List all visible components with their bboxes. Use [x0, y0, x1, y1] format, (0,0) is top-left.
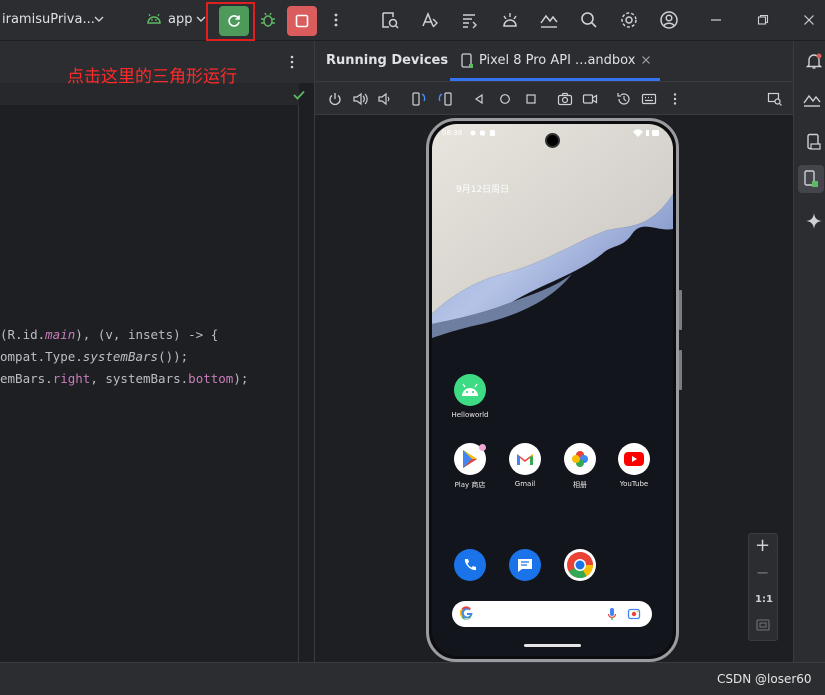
wifi-battery-icon [632, 129, 662, 137]
google-search-bar[interactable] [452, 601, 652, 627]
rerun-icon [228, 15, 240, 27]
more-vertical-icon[interactable] [663, 87, 687, 111]
back-icon[interactable] [467, 87, 491, 111]
app-quality-icon[interactable] [537, 8, 561, 32]
panel-title: Running Devices [326, 53, 449, 68]
app-label: Helloworld [451, 411, 489, 419]
camera-cutout [545, 133, 560, 148]
gemini-sparkle-icon[interactable] [802, 209, 825, 233]
tab-device[interactable]: Pixel 8 Pro API ...andbox [479, 53, 635, 68]
status-notification-icons [470, 129, 500, 137]
phone-dialer-icon[interactable] [454, 549, 486, 581]
keyboard-icon[interactable] [637, 87, 661, 111]
rotate-left-icon[interactable] [407, 87, 431, 111]
translate-icon[interactable] [418, 8, 442, 32]
status-bar: CSDN @loser60 [0, 662, 825, 695]
notifications-bell-icon[interactable] [802, 49, 825, 73]
screen-record-icon[interactable] [578, 87, 602, 111]
chrome-icon[interactable] [564, 549, 596, 581]
snapshot-history-icon[interactable] [612, 87, 636, 111]
power-icon[interactable] [323, 87, 347, 111]
app-label: 相册 [573, 481, 587, 489]
main-toolbar: iramisuPriva... app [0, 0, 825, 41]
device-file-explorer-icon[interactable] [802, 130, 825, 154]
status-time: 08:38 [442, 129, 463, 137]
rerun-button[interactable] [219, 6, 249, 36]
search-icon[interactable] [577, 8, 601, 32]
app-label: Gmail [514, 480, 536, 488]
messages-icon[interactable] [509, 549, 541, 581]
app-label: YouTube [619, 480, 649, 488]
notification-dot [479, 444, 486, 451]
fit-screen-icon[interactable] [756, 619, 770, 631]
zoom-in-button[interactable]: + [755, 535, 770, 556]
run-config-name[interactable]: app [168, 12, 192, 27]
more-vertical-icon[interactable] [290, 54, 294, 70]
youtube-icon[interactable] [618, 443, 650, 475]
home-icon[interactable] [493, 87, 517, 111]
logcat-icon[interactable] [458, 8, 482, 32]
minimize-icon[interactable] [704, 8, 728, 32]
volume-up-icon[interactable] [348, 87, 372, 111]
phone-side-button [679, 290, 682, 330]
more-vertical-icon[interactable] [324, 8, 348, 32]
zoom-inspect-icon[interactable] [763, 87, 787, 111]
code-line[interactable]: (R.id.main), (v, insets) -> { [0, 327, 218, 342]
phone-screen[interactable]: 08:38 9月12日周日 Helloworld Play 商店 Gmail 相… [432, 124, 673, 656]
running-devices-header: Running Devices Pixel 8 Pro API ...andbo… [315, 41, 794, 81]
layout-inspector-icon[interactable] [378, 8, 402, 32]
close-icon[interactable] [797, 8, 821, 32]
editor-right-margin [298, 105, 299, 662]
restore-icon[interactable] [751, 8, 775, 32]
android-icon [146, 11, 162, 25]
close-icon[interactable] [641, 55, 651, 65]
code-line[interactable]: ompat.Type.systemBars()); [0, 349, 188, 364]
device-icon [804, 170, 818, 187]
account-icon[interactable] [657, 8, 681, 32]
code-line[interactable]: emBars.right, systemBars.bottom); [0, 371, 248, 386]
zoom-controls: + − 1:1 [748, 533, 778, 641]
photos-icon[interactable] [564, 443, 596, 475]
right-tool-strip [793, 41, 825, 662]
zoom-out-button[interactable]: − [756, 563, 769, 582]
gesture-nav-bar[interactable] [524, 644, 581, 647]
microphone-icon[interactable] [607, 607, 617, 621]
lens-camera-icon[interactable] [627, 607, 641, 621]
device-toolbar [315, 81, 794, 115]
watermark: CSDN @loser60 [717, 672, 812, 686]
zoom-actual-size-button[interactable]: 1:1 [755, 594, 773, 605]
google-g-icon [460, 606, 474, 620]
debug-bug-icon[interactable] [256, 8, 280, 32]
app-quality-insights-icon[interactable] [800, 88, 824, 112]
gear-icon[interactable] [617, 8, 641, 32]
chevron-down-icon[interactable] [93, 13, 105, 25]
home-date[interactable]: 9月12日周日 [456, 182, 509, 195]
code-editor: (R.id.main), (v, insets) -> { ompat.Type… [0, 41, 314, 662]
rotate-right-icon[interactable] [433, 87, 457, 111]
project-name[interactable]: iramisuPriva... [2, 12, 95, 27]
check-icon [292, 88, 306, 102]
device-manager-icon[interactable] [498, 8, 522, 32]
screenshot-camera-icon[interactable] [553, 87, 577, 111]
gmail-icon[interactable] [509, 443, 541, 475]
annotation-text: 点击这里的三角形运行 [67, 67, 237, 87]
phone-side-button [679, 350, 682, 390]
app-label: Play 商店 [454, 481, 486, 489]
stop-icon [295, 14, 309, 28]
overview-icon[interactable] [519, 87, 543, 111]
device-icon [460, 53, 474, 69]
running-devices-tool-button[interactable] [798, 165, 824, 193]
stop-button[interactable] [287, 6, 317, 36]
volume-down-icon[interactable] [373, 87, 397, 111]
helloworld-app-icon[interactable] [454, 374, 486, 406]
